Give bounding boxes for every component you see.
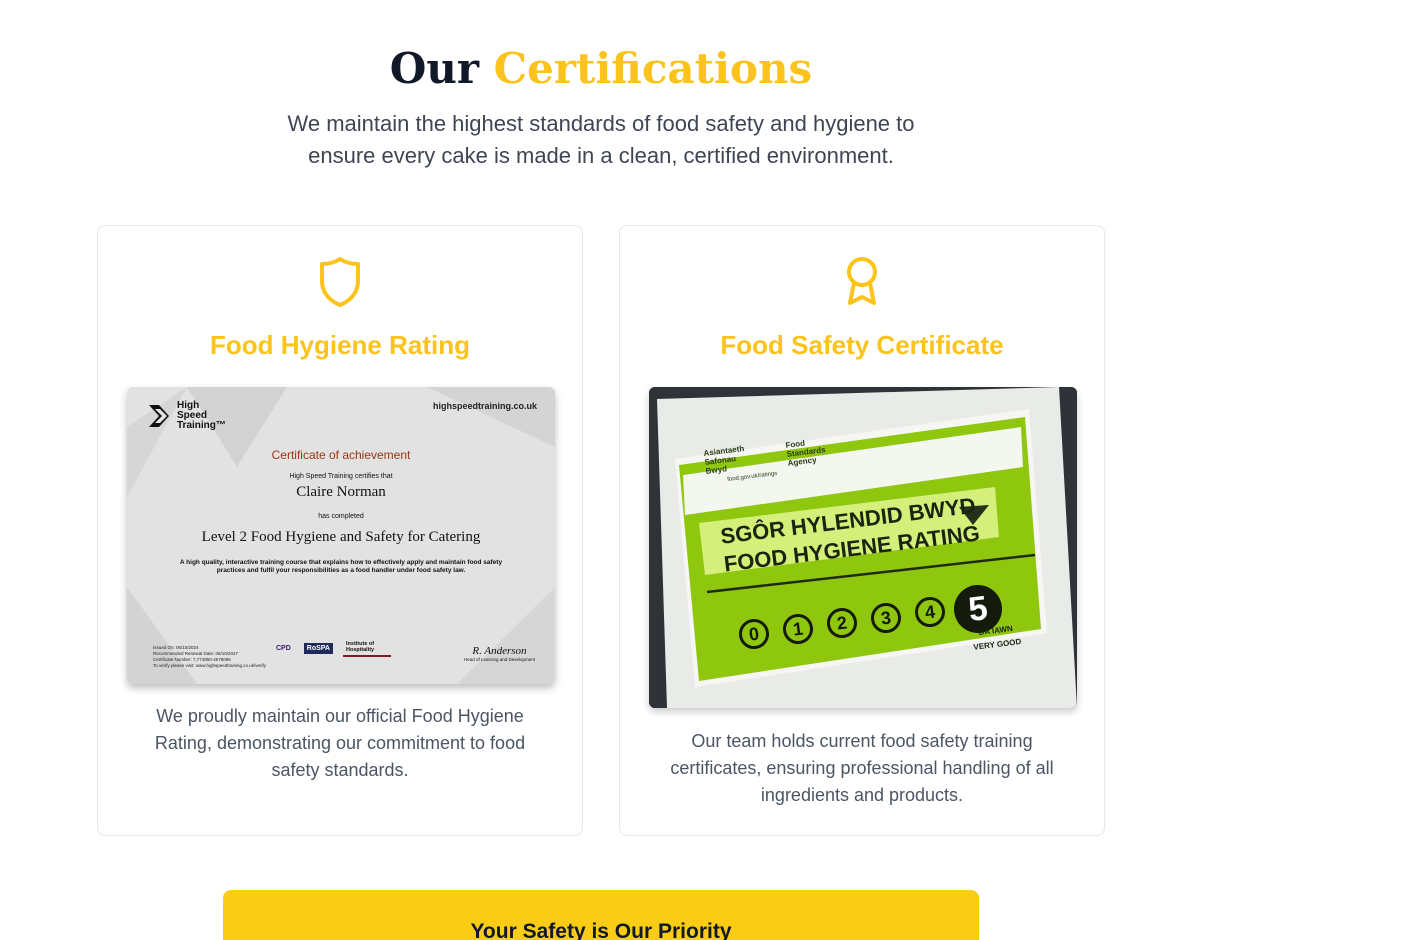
rospa-logo: RoSPA — [303, 642, 333, 654]
intro-line-1: We maintain the highest standards of foo… — [287, 111, 915, 136]
score-circle-1: 1 — [781, 611, 815, 646]
card-description-line-2: Rating, demonstrating our commitment to … — [154, 733, 526, 753]
card-title: Food Hygiene Rating — [210, 330, 470, 360]
certificate-logos: CPD RoSPA Institute of Hospitality — [273, 639, 391, 657]
card-description-line-2: certificates, ensuring professional hand… — [670, 758, 1054, 778]
shield-icon — [98, 255, 582, 309]
brand-line-3: Training™ — [177, 420, 226, 431]
cpd-logo: CPD — [276, 644, 291, 652]
card-description-line-3: ingredients and products. — [760, 785, 964, 805]
card-food-hygiene-rating: Food Hygiene Rating High Speed Training™… — [97, 225, 583, 836]
certificate-description-line-1: A high quality, interactive training cou… — [179, 559, 503, 566]
certificate-image: High Speed Training™ highspeedtraining.c… — [127, 387, 555, 684]
score-circle-0: 0 — [737, 617, 771, 651]
certificate-description: A high quality, interactive training cou… — [127, 559, 555, 575]
hospitality-logo: Institute of Hospitality — [343, 639, 391, 657]
certificate-name: Claire Norman — [296, 484, 386, 500]
certificate-heading: Certificate of achievement — [271, 448, 411, 462]
card-description-line-1: We proudly maintain our official Food Hy… — [156, 706, 524, 726]
safety-banner: Your Safety is Our Priority — [223, 890, 979, 940]
heading-part-1: Our — [389, 44, 480, 93]
certificate-description-line-2: practices and fulfil your responsibiliti… — [216, 567, 466, 574]
certificate-completed: has completed — [318, 513, 364, 520]
score-circle-3: 3 — [869, 600, 903, 635]
card-description-line-3: safety standards. — [271, 760, 409, 780]
rating-label: DA IAWN VERY GOOD — [971, 621, 1022, 655]
section-heading: Our Certifications — [0, 44, 1202, 94]
agency-welsh: Asiantaeth Safonau Bwyd — [703, 444, 747, 476]
card-description: Our team holds current food safety train… — [660, 728, 1064, 809]
certificate-url: highspeedtraining.co.uk — [432, 401, 537, 411]
signature-name: R. Anderson — [472, 645, 527, 657]
agency-english: Food Standards Agency — [785, 436, 827, 468]
signature-role: Head of Learning and Development — [463, 657, 535, 662]
score-circle-4: 4 — [913, 595, 947, 629]
intro-line-2: ensure every cake is made in a clean, ce… — [308, 143, 894, 168]
certificate-certifies: High Speed Training certifies that — [289, 473, 393, 480]
card-title: Food Safety Certificate — [720, 330, 1004, 360]
heading-part-2: Certifications — [493, 44, 813, 93]
certificate-course: Level 2 Food Hygiene and Safety for Cate… — [201, 529, 481, 545]
certificate-signature: R. Anderson Head of Learning and Develop… — [464, 645, 535, 662]
card-description-line-1: Our team holds current food safety train… — [691, 731, 1033, 751]
section-intro: We maintain the highest standards of foo… — [251, 108, 951, 172]
certificate-meta: Issued On: 06/10/2024 Recommended Renewa… — [153, 645, 266, 669]
award-ribbon-icon — [620, 255, 1104, 309]
certificate-brand: High Speed Training™ — [147, 401, 226, 431]
brand-logo-icon — [149, 405, 169, 427]
sticker-title: SGÔR HYLENDID BWYD FOOD HYGIENE RATING — [719, 492, 981, 579]
hygiene-rating-image: Asiantaeth Safonau Bwyd Food Standards A… — [649, 387, 1077, 708]
card-description: We proudly maintain our official Food Hy… — [138, 703, 542, 784]
sticker-site: food.gov.uk/ratings — [727, 470, 778, 483]
score-circle-2: 2 — [825, 606, 859, 640]
card-food-safety-certificate: Food Safety Certificate Asiantaeth Safon… — [619, 225, 1105, 836]
meta-line-4: To verify please visit: www.highspeedtra… — [153, 663, 267, 668]
banner-title: Your Safety is Our Priority — [470, 920, 732, 940]
